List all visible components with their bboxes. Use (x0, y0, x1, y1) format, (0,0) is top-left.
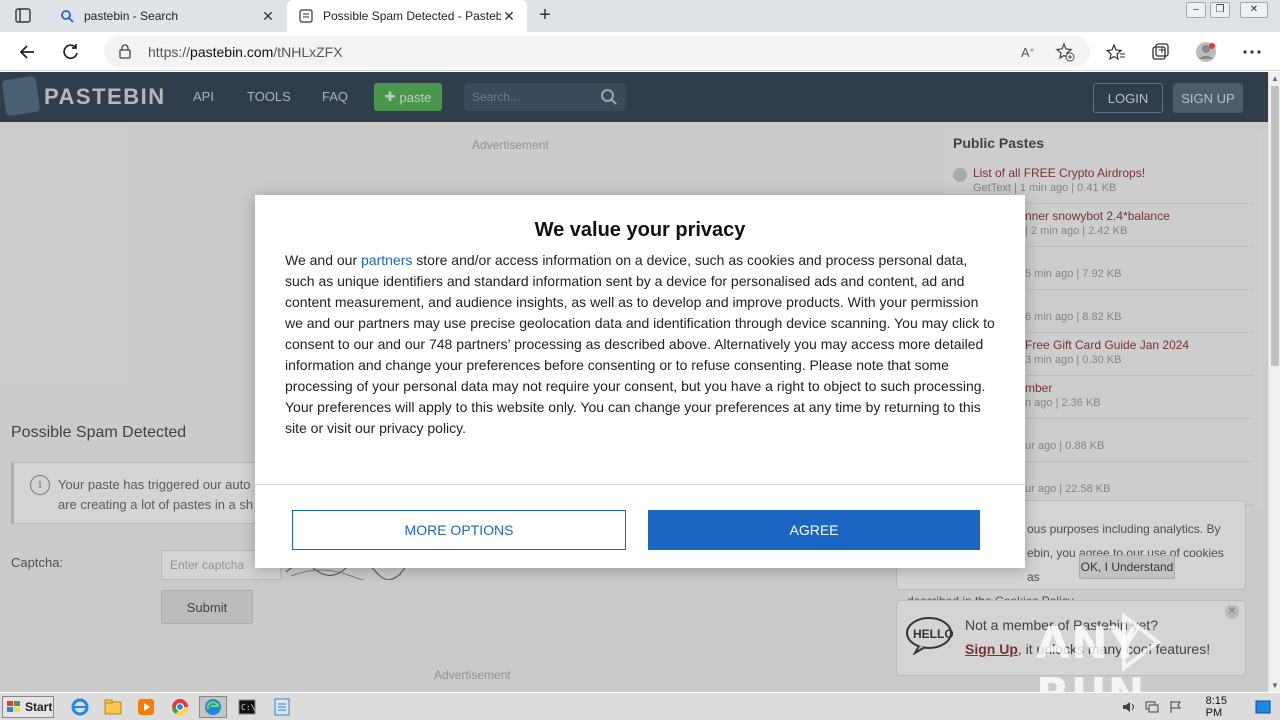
system-tray: 8:15 PM (1120, 695, 1278, 719)
search-icon (58, 8, 76, 24)
tab-actions-icon[interactable] (12, 6, 34, 26)
close-tab-icon[interactable]: ✕ (501, 8, 517, 25)
tab-title: pastebin - Search (84, 9, 179, 23)
scroll-up-icon[interactable]: ▲ (1271, 74, 1279, 83)
show-desktop-icon[interactable] (1255, 699, 1272, 715)
chrome-icon[interactable] (166, 696, 194, 718)
volume-icon[interactable] (1120, 699, 1137, 715)
url-field[interactable]: https://pastebin.com/tNHLxZFX (104, 36, 1090, 67)
tab-search[interactable]: pastebin - Search ✕ (48, 0, 286, 32)
minimize-icon[interactable]: – (1186, 2, 1206, 18)
more-options-button[interactable]: MORE OPTIONS (292, 510, 626, 550)
clock[interactable]: 8:15 PM (1206, 695, 1245, 719)
close-window-icon[interactable]: ✕ (1240, 2, 1268, 18)
anyrun-watermark: ANY RUN (1036, 610, 1236, 692)
privacy-consent-dialog: We value your privacy We and our partner… (255, 195, 1025, 568)
tab-pastebin[interactable]: Possible Spam Detected - Pastebin.com ✕ (287, 0, 527, 32)
refresh-icon[interactable] (58, 39, 84, 65)
url-text: https://pastebin.com/tNHLxZFX (148, 44, 343, 60)
scroll-thumb[interactable] (1271, 86, 1279, 366)
address-bar: https://pastebin.com/tNHLxZFX A» (0, 32, 1280, 71)
media-player-icon[interactable] (132, 696, 160, 718)
svg-text:A: A (1021, 45, 1030, 60)
edge-icon[interactable] (199, 696, 227, 718)
more-menu-icon[interactable] (1241, 41, 1263, 63)
cmd-icon[interactable]: C:\ (233, 696, 261, 718)
agree-button[interactable]: AGREE (648, 510, 980, 550)
windows-logo-icon (7, 701, 20, 712)
dialog-title: We value your privacy (534, 219, 746, 241)
partners-link[interactable]: partners (361, 252, 412, 268)
windows-taskbar: Start C:\ 8:15 PM (0, 692, 1280, 720)
pastebin-favicon (297, 8, 315, 24)
browser-tab-bar: pastebin - Search ✕ Possible Spam Detect… (0, 0, 1280, 32)
ie-icon[interactable] (66, 696, 94, 718)
scroll-down-icon[interactable]: ▼ (1271, 681, 1279, 690)
divider (255, 484, 1025, 485)
start-button[interactable]: Start (2, 696, 54, 718)
flag-icon[interactable] (1166, 699, 1183, 715)
dialog-body: We and our partners store and/or access … (285, 252, 995, 436)
lock-icon[interactable] (118, 43, 132, 62)
page-scrollbar[interactable]: ▲ ▼ (1268, 72, 1280, 692)
svg-text:C:\: C:\ (241, 703, 256, 712)
network-icon[interactable] (1143, 699, 1160, 715)
favorites-icon[interactable] (1105, 41, 1127, 63)
read-aloud-icon[interactable]: A» (1018, 41, 1040, 63)
back-icon[interactable] (15, 39, 41, 65)
svg-text:»: » (1030, 47, 1034, 54)
close-tab-icon[interactable]: ✕ (260, 8, 276, 25)
new-tab-icon[interactable]: + (534, 4, 556, 26)
profile-avatar-icon[interactable] (1195, 41, 1217, 63)
add-favorite-icon[interactable] (1054, 41, 1076, 63)
notepad-icon[interactable] (268, 696, 296, 718)
tab-title: Possible Spam Detected - Pastebin.com (323, 9, 501, 23)
collections-icon[interactable] (1149, 41, 1171, 63)
restore-icon[interactable]: ❐ (1210, 2, 1230, 18)
explorer-icon[interactable] (99, 696, 127, 718)
